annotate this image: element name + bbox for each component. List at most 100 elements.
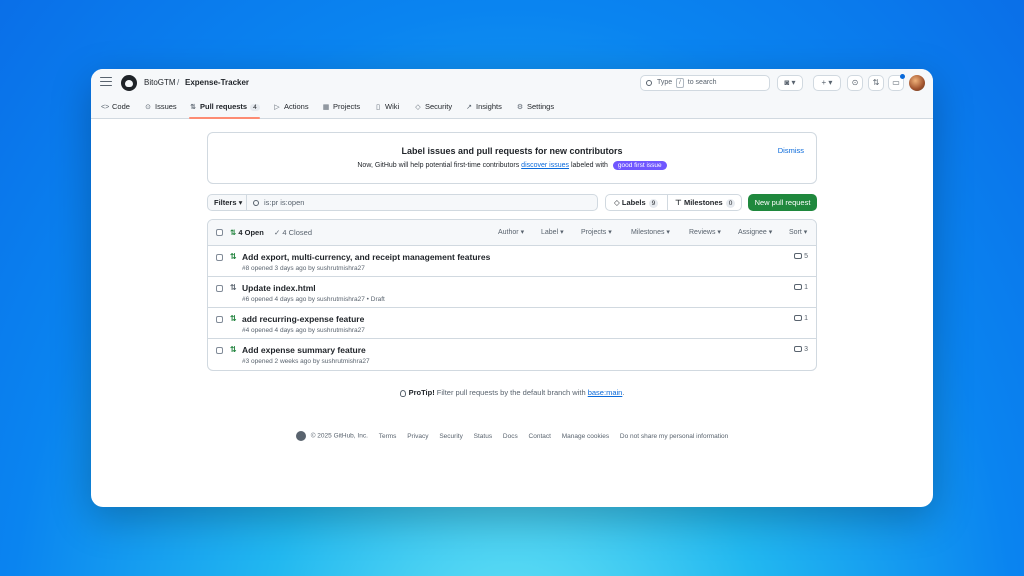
- search-input[interactable]: Type / to search: [640, 75, 770, 91]
- filter-input[interactable]: is:pr is:open: [246, 194, 598, 211]
- select-all-checkbox[interactable]: [216, 229, 223, 236]
- tab-label: Code: [112, 102, 130, 111]
- comment-icon: [794, 315, 803, 322]
- github-footer-logo-icon[interactable]: [295, 431, 306, 441]
- tab-projects[interactable]: ▦ Projects: [322, 102, 360, 119]
- reviews-filter[interactable]: Reviews ▾: [689, 228, 721, 236]
- comment-count: 1: [804, 284, 808, 291]
- tab-count: 4: [250, 104, 260, 111]
- inbox-icon: ▭: [892, 78, 900, 87]
- footer-link-manage-cookies[interactable]: Manage cookies: [562, 433, 609, 440]
- banner-text-after: labeled with: [570, 162, 608, 169]
- shield-icon: ◇: [415, 104, 421, 111]
- footer-link-status[interactable]: Status: [474, 433, 492, 440]
- row-checkbox[interactable]: [216, 254, 223, 261]
- issue-icon: ⊙: [851, 78, 859, 87]
- sorter-label: Projects: [581, 229, 607, 236]
- pr-title-link[interactable]: Update index.html: [242, 283, 316, 293]
- create-new-button[interactable]: + ▾: [813, 75, 841, 91]
- closed-filter[interactable]: ✓ 4 Closed: [274, 228, 312, 237]
- breadcrumb-separator: /: [177, 78, 180, 87]
- projects-filter[interactable]: Projects ▾: [581, 228, 612, 236]
- labels-milestones-group: ◇ Labels 9 ⊤ Milestones 0: [605, 194, 742, 211]
- table-row[interactable]: ⇅ add recurring-expense feature #4 opene…: [208, 308, 816, 339]
- tab-issues[interactable]: ⊙ Issues: [144, 102, 177, 119]
- menu-icon[interactable]: [100, 77, 112, 89]
- search-icon: [646, 80, 652, 86]
- pr-title-link[interactable]: Add export, multi-currency, and receipt …: [242, 252, 490, 262]
- comments-link[interactable]: 3: [794, 346, 808, 353]
- tab-label: Wiki: [385, 102, 400, 111]
- footer-copyright: © 2025 GitHub, Inc.: [310, 432, 368, 440]
- tab-insights[interactable]: ↗ Insights: [465, 102, 502, 119]
- copilot-button[interactable]: ◙ ▾: [777, 75, 803, 91]
- notification-dot: [900, 74, 905, 79]
- sorter-label: Author: [498, 229, 519, 236]
- tab-wiki[interactable]: ▯ Wiki: [374, 102, 399, 119]
- tab-label: Actions: [284, 102, 309, 111]
- dismiss-button[interactable]: Dismiss: [778, 146, 804, 155]
- comments-link[interactable]: 1: [794, 315, 808, 322]
- milestones-filter[interactable]: Milestones ▾: [631, 228, 670, 236]
- table-row[interactable]: ⇅ Add export, multi-currency, and receip…: [208, 246, 816, 277]
- breadcrumb-owner[interactable]: BitoGTM: [144, 78, 176, 87]
- book-icon: ▯: [376, 104, 380, 111]
- avatar[interactable]: [909, 75, 925, 91]
- pr-title-link[interactable]: add recurring-expense feature: [242, 314, 364, 324]
- footer-link-contact[interactable]: Contact: [529, 433, 551, 440]
- footer-link-docs[interactable]: Docs: [503, 433, 518, 440]
- comment-icon: [794, 253, 803, 260]
- assignee-filter[interactable]: Assignee ▾: [738, 228, 772, 236]
- label-filter[interactable]: Label ▾: [541, 228, 564, 236]
- table-row[interactable]: ⇅ Update index.html #6 opened 4 days ago…: [208, 277, 816, 308]
- milestones-label: Milestones: [683, 198, 723, 207]
- chevron-down-icon: ▾: [238, 198, 243, 207]
- comments-link[interactable]: 5: [794, 253, 808, 260]
- open-count: 4 Open: [238, 228, 264, 237]
- repo-header: BitoGTM / Expense-Tracker Type / to sear…: [91, 69, 933, 119]
- filters-label: Filters: [214, 198, 237, 207]
- pr-title-link[interactable]: Add expense summary feature: [242, 345, 366, 355]
- labels-button[interactable]: ◇ Labels 9: [614, 195, 659, 210]
- issues-button[interactable]: ⊙: [847, 75, 863, 91]
- github-logo-icon[interactable]: [121, 75, 137, 91]
- row-checkbox[interactable]: [216, 347, 223, 354]
- code-icon: <>: [101, 104, 110, 111]
- discover-issues-link[interactable]: discover issues: [521, 162, 569, 169]
- pr-meta: #3 opened 2 weeks ago by sushrutmishra27: [242, 358, 370, 365]
- tab-code[interactable]: <> Code: [101, 102, 130, 119]
- protip-end: .: [622, 388, 625, 397]
- tab-actions[interactable]: ▷ Actions: [273, 102, 309, 119]
- tab-pull-requests[interactable]: ⇅ Pull requests 4: [189, 102, 260, 119]
- table-row[interactable]: ⇅ Add expense summary feature #3 opened …: [208, 339, 816, 370]
- open-pull-request-icon: ⇅: [230, 252, 237, 261]
- breadcrumb-repo[interactable]: Expense-Tracker: [185, 78, 249, 87]
- row-checkbox[interactable]: [216, 285, 223, 292]
- footer-link-security[interactable]: Security: [439, 433, 462, 440]
- comment-icon: [794, 284, 803, 291]
- search-suffix: to search: [687, 79, 717, 86]
- pull-request-icon: ⇅: [872, 78, 880, 87]
- filters-button[interactable]: Filters ▾: [207, 194, 247, 211]
- comment-count: 3: [804, 346, 808, 353]
- author-filter[interactable]: Author ▾: [498, 228, 524, 236]
- tab-security[interactable]: ◇ Security: [414, 102, 452, 119]
- footer-link-terms[interactable]: Terms: [379, 433, 397, 440]
- tab-settings[interactable]: ⚙ Settings: [516, 102, 554, 119]
- banner-text-before: Now, GitHub will help potential first-ti…: [357, 162, 520, 169]
- footer-link-do-not-share[interactable]: Do not share my personal information: [620, 433, 728, 440]
- base-main-link[interactable]: base:main: [588, 388, 623, 397]
- new-pull-request-button[interactable]: New pull request: [748, 194, 817, 211]
- open-pull-request-icon: ⇅: [230, 345, 237, 354]
- banner-text: Now, GitHub will help potential first-ti…: [208, 161, 816, 170]
- sort-dropdown[interactable]: Sort ▾: [789, 228, 807, 236]
- tab-label: Issues: [155, 102, 177, 111]
- footer-link-privacy[interactable]: Privacy: [407, 433, 428, 440]
- open-filter[interactable]: ⇅ 4 Open: [230, 228, 264, 237]
- row-checkbox[interactable]: [216, 316, 223, 323]
- protip-label: ProTip!: [408, 388, 435, 397]
- pull-requests-button[interactable]: ⇅: [868, 75, 884, 91]
- milestones-button[interactable]: ⊤ Milestones 0: [675, 195, 736, 210]
- comments-link[interactable]: 1: [794, 284, 808, 291]
- good-first-issue-label[interactable]: good first issue: [612, 161, 667, 170]
